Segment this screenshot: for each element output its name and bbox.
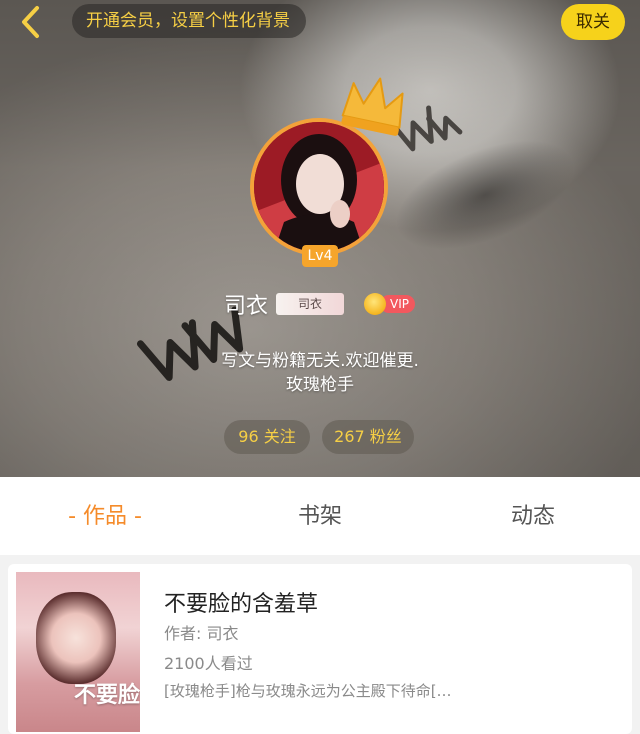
cover-title: 不要脸: [74, 683, 140, 708]
tab-works[interactable]: - 作品 -: [40, 477, 170, 555]
username: 司衣: [224, 294, 269, 319]
profile-tabs: - 作品 - 书架 动态: [0, 477, 640, 555]
book-card[interactable]: 不要脸 不要脸的含羞草 作者: 司衣 2100人看过 [玫瑰枪手]枪与玫瑰永远为…: [8, 564, 632, 734]
vip-badge[interactable]: VIP: [364, 292, 416, 316]
book-cover[interactable]: 不要脸: [16, 572, 140, 732]
coin-icon: [364, 293, 386, 315]
cover-portrait: [36, 592, 116, 684]
tab-bookshelf[interactable]: 书架: [255, 477, 385, 555]
name-tag: 司衣: [276, 293, 344, 315]
bio-line-1: 写文与粉籍无关.欢迎催更.: [221, 351, 419, 371]
back-button[interactable]: [12, 4, 48, 40]
following-count[interactable]: 96 关注: [224, 420, 310, 454]
book-description: [玫瑰枪手]枪与玫瑰永远为公主殿下待命[…: [164, 682, 452, 700]
level-badge: Lv4: [302, 245, 338, 267]
vip-background-banner[interactable]: 开通会员，设置个性化背景: [72, 4, 306, 38]
avatar[interactable]: [250, 118, 388, 256]
book-views: 2100人看过: [164, 654, 253, 673]
tab-activity[interactable]: 动态: [468, 477, 598, 555]
avatar-image: [254, 122, 384, 252]
book-title[interactable]: 不要脸的含羞草: [164, 586, 318, 618]
name-row: 司衣 司衣 VIP: [0, 286, 640, 320]
followers-count[interactable]: 267 粉丝: [322, 420, 414, 454]
chevron-left-icon: [22, 6, 39, 38]
unfollow-button[interactable]: 取关: [561, 4, 625, 40]
crown-icon: [341, 77, 404, 136]
bio-line-2: 玫瑰枪手: [286, 375, 354, 395]
book-author: 作者: 司衣: [164, 624, 239, 643]
